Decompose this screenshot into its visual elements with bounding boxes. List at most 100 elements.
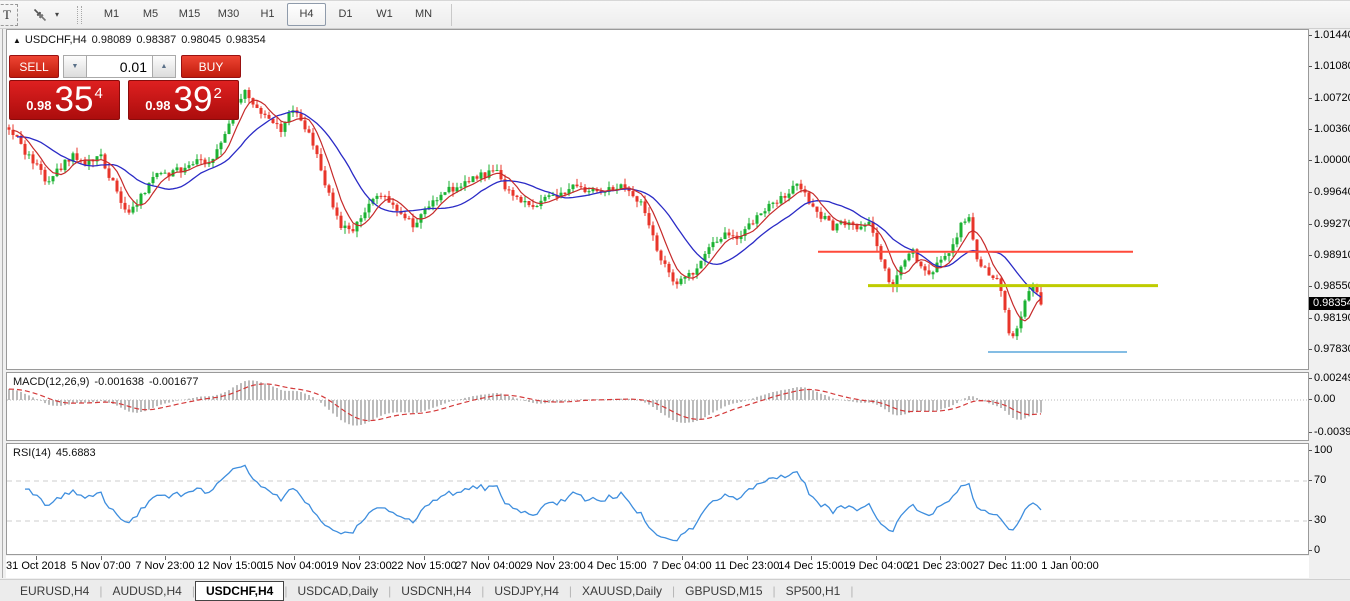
toolbar-drag-handle[interactable] xyxy=(77,5,82,24)
price-axis-label: 1.01080 xyxy=(1309,60,1350,72)
macd-value-main: -0.001638 xyxy=(94,376,144,388)
tab-usdcnh-h4[interactable]: USDCNH,H4 xyxy=(391,582,481,600)
price-axis[interactable]: 1.01440 1.01080 1.00720 1.00360 1.00000 0.996… xyxy=(1308,29,1350,556)
timeframe-button-h1[interactable]: H1 xyxy=(248,3,287,26)
ohlc-low: 0.98045 xyxy=(181,34,221,46)
arrange-symbols-icon[interactable] xyxy=(30,5,50,25)
one-click-trading-widget: SELL ▼ 0.01 ▲ BUY 0.98 35 4 0.98 39 2 xyxy=(9,55,241,120)
price-axis-label: 0.97830 xyxy=(1309,343,1350,355)
time-axis-label: 19 Nov 23:00 xyxy=(326,560,392,572)
main-chart-panel[interactable]: ▲ USDCHF,H4 0.98089 0.98387 0.98045 0.98354 S… xyxy=(6,29,1309,370)
toolbar: T ▾ M1 M5 M15 M30 H1 H4 D1 W1 MN xyxy=(0,1,1350,29)
buy-price-pip: 2 xyxy=(213,85,222,102)
time-axis-label: 1 Jan 00:00 xyxy=(1041,560,1099,572)
tab-eurusd-h4[interactable]: EURUSD,H4 xyxy=(10,582,99,600)
rsi-axis-label: 30 xyxy=(1308,514,1327,526)
time-axis-label: 4 Dec 15:00 xyxy=(587,560,647,572)
price-axis-label: 0.98910 xyxy=(1309,249,1350,261)
time-axis-label: 15 Nov 04:00 xyxy=(261,560,327,572)
time-axis-label: 7 Nov 23:00 xyxy=(135,560,195,572)
chart-tabs-bar: EURUSD,H4 | AUDUSD,H4 | USDCHF,H4 | USDCAD,Dai… xyxy=(0,579,1350,601)
price-axis-label: 0.99270 xyxy=(1309,218,1350,230)
sell-price-prefix: 0.98 xyxy=(26,98,52,113)
stepper-down-icon: ▼ xyxy=(71,63,79,70)
timeframe-button-w1[interactable]: W1 xyxy=(365,3,404,26)
buy-price-prefix: 0.98 xyxy=(145,98,171,113)
time-axis-label: 19 Dec 04:00 xyxy=(843,560,909,572)
macd-axis-label: 0.002492 xyxy=(1309,372,1350,384)
tab-sp500-h1[interactable]: SP500,H1 xyxy=(776,582,851,600)
stepper-up-icon: ▲ xyxy=(160,63,168,70)
time-axis-label: 27 Dec 11:00 xyxy=(972,560,1038,572)
lot-decrease-button[interactable]: ▼ xyxy=(63,55,86,78)
tab-separator: | xyxy=(850,583,854,598)
macd-indicator-panel[interactable]: MACD(12,26,9) -0.001638 -0.001677 xyxy=(6,372,1309,441)
sell-price-pip: 4 xyxy=(94,85,103,102)
price-axis-label: 0.98550 xyxy=(1309,280,1350,292)
ohlc-open: 0.98089 xyxy=(91,34,132,46)
time-axis-label: 31 Oct 2018 xyxy=(6,560,66,572)
arrange-symbols-glyph xyxy=(33,8,47,21)
macd-signal-line xyxy=(8,383,1042,422)
symbol-name: USDCHF,H4 xyxy=(24,34,87,46)
ohlc-high: 0.98387 xyxy=(136,34,177,46)
current-price-tag: 0.98354 xyxy=(1309,297,1350,310)
rsi-axis-label: 100 xyxy=(1308,444,1333,456)
price-axis-label: 0.99640 xyxy=(1309,186,1350,198)
price-axis-label: 1.00360 xyxy=(1309,123,1350,135)
toolbar-separator xyxy=(451,3,452,26)
time-axis-label: 14 Dec 15:00 xyxy=(778,560,844,572)
time-axis-label: 29 Nov 23:00 xyxy=(520,560,586,572)
candles-layer xyxy=(7,87,1043,340)
timeframe-buttons: M1 M5 M15 M30 H1 H4 D1 W1 MN xyxy=(92,3,443,26)
lot-increase-button[interactable]: ▲ xyxy=(153,55,176,78)
rsi-value: 45.6883 xyxy=(55,447,96,459)
dropdown-caret-icon[interactable]: ▾ xyxy=(51,10,63,19)
buy-price-main: 39 xyxy=(173,80,213,119)
sell-price-main: 35 xyxy=(54,80,94,119)
buy-button[interactable]: BUY xyxy=(181,55,241,78)
lot-size-input[interactable]: 0.01 xyxy=(86,55,153,78)
symbol-ohlc-label: ▲ USDCHF,H4 0.98089 0.98387 0.98045 0.98354 xyxy=(13,34,271,46)
tab-gbpusd-m15[interactable]: GBPUSD,M15 xyxy=(675,582,772,600)
macd-axis-label: -0.003913 xyxy=(1309,426,1350,438)
rsi-label: RSI(14) 45.6883 xyxy=(13,447,101,459)
macd-label: MACD(12,26,9) -0.001638 -0.001677 xyxy=(13,376,204,388)
price-axis-label: 1.00000 xyxy=(1309,154,1350,166)
time-axis-label: 7 Dec 04:00 xyxy=(652,560,712,572)
time-axis-label: 5 Nov 07:00 xyxy=(71,560,131,572)
rsi-axis-label: 0 xyxy=(1308,544,1321,556)
macd-value-signal: -0.001677 xyxy=(148,376,199,388)
timeframe-button-m1[interactable]: M1 xyxy=(92,3,131,26)
rsi-name: RSI(14) xyxy=(13,447,51,459)
rsi-indicator-panel[interactable]: RSI(14) 45.6883 xyxy=(6,443,1309,555)
sell-button[interactable]: SELL xyxy=(9,55,59,78)
time-axis-label: 22 Nov 15:00 xyxy=(391,560,457,572)
buy-quote-box[interactable]: 0.98 39 2 xyxy=(128,80,239,120)
timeframe-button-m5[interactable]: M5 xyxy=(131,3,170,26)
rsi-canvas[interactable] xyxy=(7,444,1308,554)
price-axis-label: 0.98190 xyxy=(1309,312,1350,324)
time-axis[interactable]: 31 Oct 2018 5 Nov 07:00 7 Nov 23:00 12 Nov … xyxy=(6,556,1309,578)
tab-xauusd-daily[interactable]: XAUUSD,Daily xyxy=(572,582,672,600)
time-axis-label: 12 Nov 15:00 xyxy=(197,560,263,572)
text-tool-icon[interactable]: T xyxy=(0,3,18,26)
tab-usdjpy-h4[interactable]: USDJPY,H4 xyxy=(484,582,568,600)
price-axis-label: 1.01440 xyxy=(1309,29,1350,41)
mt4-window: T ▾ M1 M5 M15 M30 H1 H4 D1 W1 MN ▲ USDCHF,H4 0.980… xyxy=(0,0,1350,601)
price-axis-label: 1.00720 xyxy=(1309,92,1350,104)
tab-usdcad-daily[interactable]: USDCAD,Daily xyxy=(287,582,388,600)
rsi-axis-label: 70 xyxy=(1308,474,1327,486)
timeframe-button-d1[interactable]: D1 xyxy=(326,3,365,26)
timeframe-button-m15[interactable]: M15 xyxy=(170,3,209,26)
time-axis-label: 21 Dec 23:00 xyxy=(907,560,973,572)
timeframe-button-h4[interactable]: H4 xyxy=(287,3,326,26)
window-left-border xyxy=(2,29,3,578)
sell-quote-box[interactable]: 0.98 35 4 xyxy=(9,80,120,120)
rsi-line xyxy=(24,464,1042,542)
tab-usdchf-h4[interactable]: USDCHF,H4 xyxy=(194,580,285,601)
timeframe-button-mn[interactable]: MN xyxy=(404,3,443,26)
timeframe-button-m30[interactable]: M30 xyxy=(209,3,248,26)
macd-axis-label: 0.00 xyxy=(1308,393,1336,405)
tab-audusd-h4[interactable]: AUDUSD,H4 xyxy=(102,582,191,600)
